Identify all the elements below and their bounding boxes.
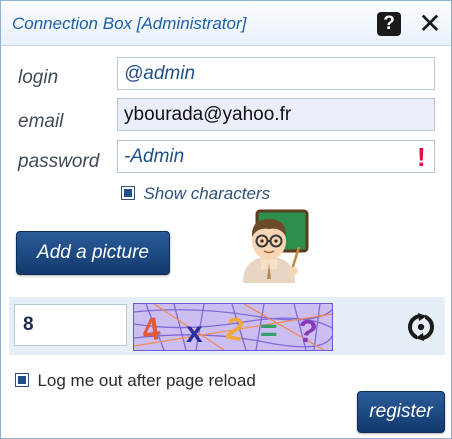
add-picture-button[interactable]: Add a picture xyxy=(16,231,170,275)
warning-exclamation-icon: ! xyxy=(417,142,426,172)
connection-box-dialog: Connection Box [Administrator] ? ✕ login… xyxy=(0,0,452,439)
captcha-image: 4 x 2 = ? xyxy=(133,303,333,351)
svg-text:=: = xyxy=(260,314,278,347)
register-button[interactable]: register xyxy=(357,391,445,433)
show-characters-label: Show characters xyxy=(143,184,271,203)
close-x-icon[interactable]: ✕ xyxy=(417,9,443,39)
password-label: password xyxy=(18,151,100,172)
question-mark-icon[interactable]: ? xyxy=(377,12,401,36)
password-input[interactable] xyxy=(117,140,435,173)
logout-after-reload-checkbox[interactable] xyxy=(15,372,29,387)
email-label: email xyxy=(18,111,64,132)
login-label: login xyxy=(18,67,59,88)
login-input[interactable] xyxy=(117,57,435,90)
refresh-cycle-icon[interactable] xyxy=(405,311,437,343)
svg-text:x: x xyxy=(186,316,203,349)
logout-after-reload-toggle[interactable]: Log me out after page reload xyxy=(15,371,256,393)
email-input[interactable] xyxy=(117,98,435,131)
show-characters-checkbox[interactable] xyxy=(121,185,135,200)
captcha-answer-input[interactable] xyxy=(14,304,127,346)
captcha-panel: 4 x 2 = ? xyxy=(9,297,445,355)
logout-after-reload-label: Log me out after page reload xyxy=(37,371,256,390)
show-characters-toggle[interactable]: Show characters xyxy=(121,184,270,206)
teacher-emoji-icon xyxy=(243,209,309,283)
dialog-title: Connection Box [Administrator] xyxy=(12,14,247,33)
title-bar: Connection Box [Administrator] ? ✕ xyxy=(1,1,451,46)
